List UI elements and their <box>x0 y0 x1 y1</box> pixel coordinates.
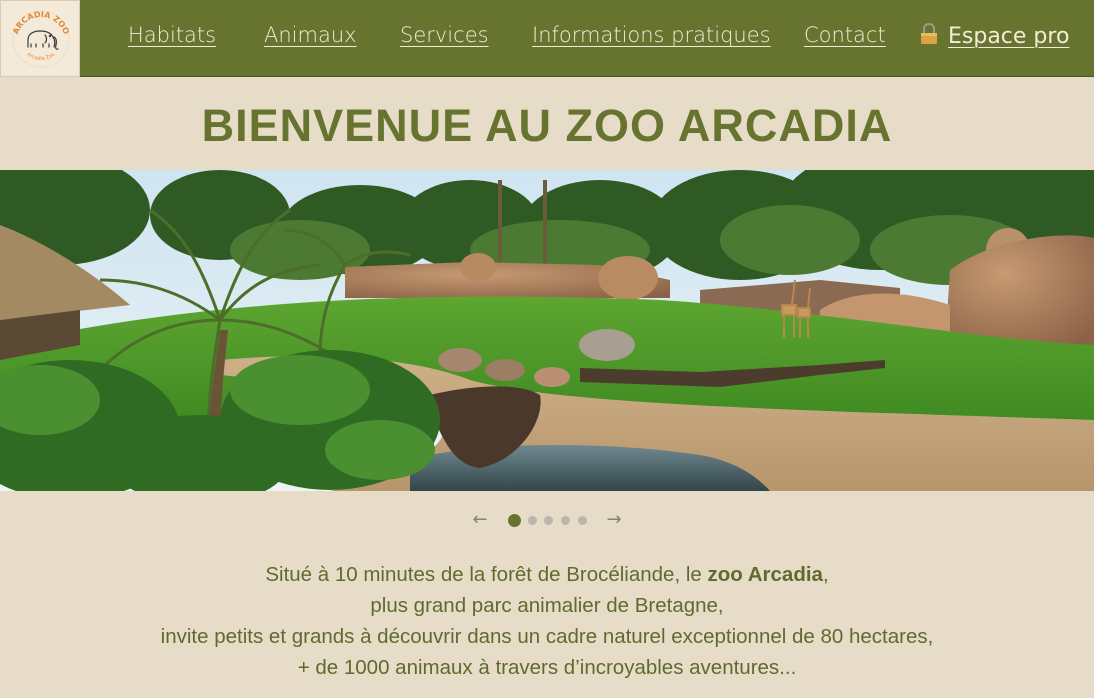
intro-line-4: + de 1000 animaux à travers d’incroyable… <box>297 656 797 679</box>
zoo-logo[interactable]: ARCADIA ZOO Arcadia Zoo <box>0 0 80 77</box>
nav-link-services[interactable]: Services <box>400 23 489 47</box>
espace-pro-link[interactable]: Espace pro <box>920 23 1069 49</box>
intro-text: Situé à 10 minutes de la forêt de Brocél… <box>0 559 1094 683</box>
lock-icon <box>921 23 937 44</box>
espace-pro-label: Espace pro <box>948 24 1070 49</box>
elephant-icon: ARCADIA ZOO Arcadia Zoo <box>11 10 71 68</box>
intro-line-1-start: Situé à 10 minutes de la forêt de Brocél… <box>265 563 708 586</box>
carousel-dot-4[interactable] <box>561 516 570 525</box>
intro-line-1: Situé à 10 minutes de la forêt de Brocél… <box>0 559 1094 590</box>
carousel-dot-2[interactable] <box>528 516 537 525</box>
nav-link-contact[interactable]: Contact <box>804 23 886 47</box>
logo-text-bottom: Arcadia Zoo <box>26 52 56 62</box>
carousel-controls: ← → <box>0 509 1094 531</box>
nav-link-habitats[interactable]: Habitats <box>128 23 216 47</box>
svg-text:ARCADIA ZOO: ARCADIA ZOO <box>11 10 71 36</box>
hero-carousel-image <box>0 170 1094 491</box>
intro-line-3: invite petits et grands à découvrir dans… <box>160 625 934 648</box>
carousel-dot-1[interactable] <box>508 514 521 527</box>
arrow-left-icon[interactable]: ← <box>470 509 490 531</box>
intro-zoo-name: zoo Arcadia <box>707 563 823 586</box>
nav-link-animaux[interactable]: Animaux <box>264 23 357 47</box>
nav-link-informations-pratiques[interactable]: Informations pratiques <box>532 23 771 47</box>
logo-text-top: ARCADIA ZOO <box>11 10 71 36</box>
carousel-dot-3[interactable] <box>544 516 553 525</box>
intro-line-2: plus grand parc animalier de Bretagne, <box>370 594 724 617</box>
top-nav: ARCADIA ZOO Arcadia Zoo Habitats Animaux… <box>0 0 1094 77</box>
carousel-dot-5[interactable] <box>578 516 587 525</box>
page-title: BIENVENUE AU ZOO ARCADIA <box>201 100 893 151</box>
arrow-right-icon[interactable]: → <box>604 509 624 531</box>
intro-line-1-end: , <box>822 563 829 586</box>
svg-text:Arcadia Zoo: Arcadia Zoo <box>26 52 56 62</box>
